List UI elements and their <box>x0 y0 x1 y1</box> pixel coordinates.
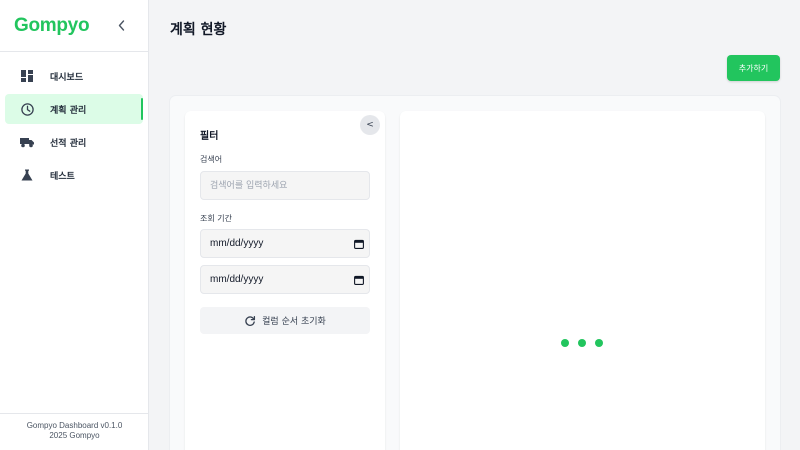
footer-version: Gompyo Dashboard v0.1.0 <box>26 421 123 430</box>
sidebar-footer: Gompyo Dashboard v0.1.0 2025 Gompyo <box>0 413 149 450</box>
truck-icon <box>20 135 34 149</box>
end-date-value: mm/dd/yyyy <box>210 274 264 285</box>
calendar-icon[interactable] <box>354 275 364 285</box>
reset-button-label: 컬럼 순서 초기화 <box>262 317 326 327</box>
start-date-value: mm/dd/yyyy <box>210 238 264 249</box>
sidebar-item-label: 테스트 <box>50 171 75 182</box>
footer-copyright: 2025 Gompyo <box>49 431 100 440</box>
sidebar-header: Gompyo <box>0 0 148 52</box>
loading-dot <box>561 339 569 347</box>
sidebar-item-plan-management[interactable]: 계획 관리 <box>5 94 143 124</box>
filter-panel: 필터 < 검색어 조회 기간 mm/dd/yyyy mm/dd/yyyy <box>185 111 385 450</box>
period-label: 조회 기간 <box>200 214 232 223</box>
loading-dot <box>595 339 603 347</box>
filter-title: 필터 <box>200 131 219 142</box>
sidebar: Gompyo 대시보드 계획 관리 선적 관리 테스트 Gompyo Dashb… <box>0 0 149 450</box>
start-date-field[interactable]: mm/dd/yyyy <box>200 229 370 258</box>
sidebar-item-label: 대시보드 <box>50 72 84 83</box>
end-date-field[interactable]: mm/dd/yyyy <box>200 265 370 294</box>
reset-column-order-button[interactable]: 컬럼 순서 초기화 <box>200 307 370 334</box>
sidebar-item-label: 계획 관리 <box>50 105 87 116</box>
calendar-icon[interactable] <box>354 239 364 249</box>
add-button[interactable]: 추가하기 <box>727 55 780 81</box>
sidebar-item-test[interactable]: 테스트 <box>5 160 143 190</box>
search-label: 검색어 <box>200 155 223 164</box>
refresh-icon <box>244 315 256 327</box>
dashboard-icon <box>20 69 34 83</box>
loading-dot <box>578 339 586 347</box>
app-logo[interactable]: Gompyo <box>14 15 90 37</box>
sidebar-item-shipment-management[interactable]: 선적 관리 <box>5 127 143 157</box>
chevron-left-icon[interactable] <box>114 19 128 33</box>
sidebar-nav: 대시보드 계획 관리 선적 관리 테스트 <box>0 52 148 190</box>
clock-icon <box>20 102 34 116</box>
plan-list-panel <box>400 111 765 450</box>
flask-icon <box>20 168 34 182</box>
sidebar-item-dashboard[interactable]: 대시보드 <box>5 61 143 91</box>
page-title: 계획 현황 <box>170 22 227 38</box>
sidebar-item-label: 선적 관리 <box>50 138 87 149</box>
filter-collapse-button[interactable]: < <box>360 115 380 135</box>
loading-indicator <box>561 339 603 347</box>
search-input[interactable] <box>200 171 370 200</box>
